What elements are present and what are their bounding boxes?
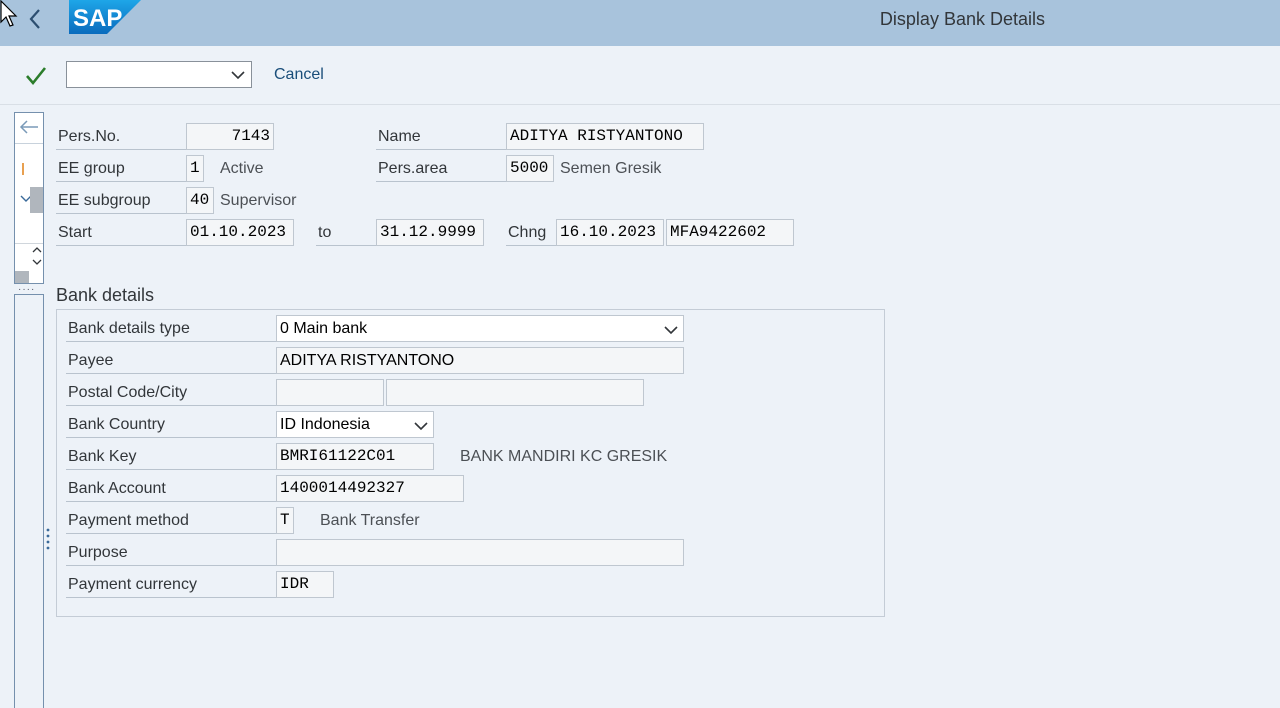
back-arrow-icon[interactable] — [24, 6, 48, 32]
chevron-down-icon[interactable] — [230, 68, 246, 82]
scrollbar-corner — [15, 271, 29, 283]
payee-label: Payee — [66, 348, 276, 374]
name-field[interactable]: ADITYA RISTYANTONO — [506, 123, 704, 150]
bank-key-field[interactable]: BMRI61122C01 — [276, 443, 434, 470]
payment-method-text: Bank Transfer — [320, 512, 420, 529]
to-label: to — [316, 220, 376, 246]
postal-code-field[interactable] — [276, 379, 384, 406]
page-title: Display Bank Details — [879, 9, 1045, 29]
chng-label: Chng — [506, 220, 556, 246]
bank-key-label: Bank Key — [66, 444, 276, 470]
command-field[interactable] — [66, 61, 252, 88]
mouse-cursor-icon — [0, 0, 18, 27]
postal-code-city-label: Postal Code/City — [66, 380, 276, 406]
splitter-handle-icon[interactable] — [46, 527, 50, 551]
ee-subgroup-field[interactable]: 40 — [186, 187, 214, 214]
svg-text:SAP: SAP — [73, 5, 122, 32]
divider — [15, 243, 43, 244]
purpose-field[interactable] — [276, 539, 684, 566]
title-bar — [0, 0, 1280, 46]
scroll-down-icon[interactable] — [31, 257, 43, 267]
chevron-down-icon[interactable] — [663, 323, 679, 337]
start-label: Start — [56, 220, 186, 246]
cancel-button[interactable]: Cancel — [274, 66, 324, 84]
bank-account-field[interactable]: 1400014492327 — [276, 475, 464, 502]
name-label: Name — [376, 124, 506, 150]
payment-currency-field[interactable]: IDR — [276, 571, 334, 598]
bank-details-type-select[interactable]: 0 Main bank — [276, 315, 684, 342]
purpose-label: Purpose — [66, 540, 276, 566]
check-icon[interactable] — [24, 64, 48, 88]
side-panel-lower — [14, 294, 44, 708]
pers-no-label: Pers.No. — [56, 124, 186, 150]
payment-method-label: Payment method — [66, 508, 276, 534]
bank-name-text: BANK MANDIRI KC GRESIK — [460, 448, 668, 465]
pers-no-field[interactable]: 7143 — [186, 123, 274, 150]
payment-method-field[interactable]: T — [276, 507, 294, 534]
pers-area-text: Semen Gresik — [560, 160, 662, 177]
city-field[interactable] — [386, 379, 644, 406]
bank-account-label: Bank Account — [66, 476, 276, 502]
side-panel-navigator[interactable] — [14, 112, 44, 284]
ee-subgroup-text: Supervisor — [220, 192, 297, 209]
chevron-down-icon[interactable] — [413, 419, 429, 433]
ee-group-text: Active — [220, 160, 264, 177]
bank-details-heading: Bank details — [56, 285, 155, 305]
payee-field[interactable]: ADITYA RISTYANTONO — [276, 347, 684, 374]
divider — [15, 143, 43, 144]
bank-country-select[interactable]: ID Indonesia — [276, 411, 434, 438]
changed-date-field[interactable]: 16.10.2023 — [556, 219, 664, 246]
end-date-field[interactable]: 31.12.9999 — [376, 219, 484, 246]
pers-area-label: Pers.area — [376, 156, 506, 182]
payment-currency-label: Payment currency — [66, 572, 276, 598]
arrow-left-icon[interactable] — [17, 117, 41, 137]
ee-group-label: EE group — [56, 156, 186, 182]
pers-area-field[interactable]: 5000 — [506, 155, 554, 182]
sap-logo: SAP — [69, 0, 141, 34]
bank-details-type-label: Bank details type — [66, 316, 276, 342]
ee-subgroup-label: EE subgroup — [56, 188, 186, 214]
bank-country-label: Bank Country — [66, 412, 276, 438]
scroll-up-icon[interactable] — [31, 245, 43, 255]
start-date-field[interactable]: 01.10.2023 — [186, 219, 294, 246]
changed-by-field[interactable]: MFA9422602 — [666, 219, 794, 246]
ee-group-field[interactable]: 1 — [186, 155, 204, 182]
tree-marker — [22, 163, 24, 175]
scrollbar-thumb[interactable] — [30, 187, 43, 213]
